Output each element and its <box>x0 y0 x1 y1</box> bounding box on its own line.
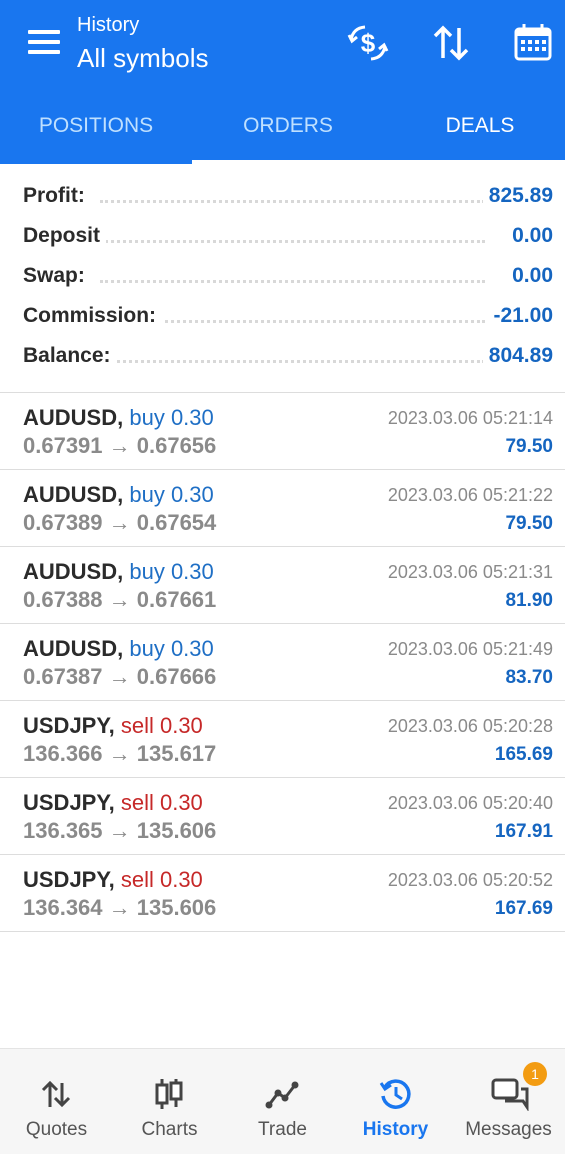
nav-quotes[interactable]: Quotes <box>0 1049 113 1154</box>
deal-row[interactable]: USDJPY, sell 0.30 136.364 → 135.606 2023… <box>0 855 565 932</box>
deal-side: sell 0.30 <box>120 790 203 815</box>
summary-value: -21.00 <box>487 304 553 328</box>
deal-row[interactable]: AUDUSD, buy 0.30 0.67391 → 0.67656 2023.… <box>0 393 565 470</box>
sort-icon[interactable] <box>428 20 474 66</box>
currency-exchange-icon[interactable]: $ <box>345 20 391 66</box>
deal-symbol: USDJPY, <box>23 790 115 815</box>
deal-profit: 79.50 <box>505 436 553 457</box>
deal-time: 2023.03.06 05:20:40 <box>387 793 553 813</box>
dotted-leader <box>100 280 485 283</box>
menu-icon[interactable] <box>28 30 60 54</box>
summary-value: 804.89 <box>482 344 553 368</box>
deal-time: 2023.03.06 05:20:52 <box>387 870 553 890</box>
summary-value: 825.89 <box>482 184 553 208</box>
calendar-icon[interactable] <box>510 20 556 66</box>
deal-side: buy 0.30 <box>129 559 214 584</box>
deal-prices: 136.364 → 135.606 <box>23 895 217 920</box>
summary-label: Balance: <box>23 344 117 368</box>
nav-label: Messages <box>465 1119 552 1140</box>
messages-badge: 1 <box>523 1062 547 1086</box>
active-tab-indicator <box>192 160 565 164</box>
deal-row[interactable]: USDJPY, sell 0.30 136.366 → 135.617 2023… <box>0 701 565 778</box>
deal-time: 2023.03.06 05:21:22 <box>387 485 553 505</box>
symbol-filter-title[interactable]: All symbols <box>77 43 208 74</box>
deal-prices: 0.67391 → 0.67656 <box>23 433 217 458</box>
deal-symbol: AUDUSD, <box>23 405 124 430</box>
deals-list: AUDUSD, buy 0.30 0.67391 → 0.67656 2023.… <box>0 393 565 932</box>
quotes-icon <box>41 1080 71 1108</box>
deal-time: 2023.03.06 05:20:28 <box>387 716 553 736</box>
deal-symbol: USDJPY, <box>23 867 115 892</box>
trade-icon <box>265 1081 299 1109</box>
bottom-navigation: Quotes Charts Trade History Messages <box>0 1048 565 1154</box>
nav-label: History <box>362 1119 429 1140</box>
tab-positions[interactable]: POSITIONS <box>0 88 192 164</box>
deal-profit: 167.91 <box>494 821 553 842</box>
dotted-leader <box>100 200 485 203</box>
nav-trade[interactable]: Trade <box>226 1049 339 1154</box>
top-app-bar: History All symbols $ <box>0 0 565 88</box>
deal-symbol: AUDUSD, <box>23 636 124 661</box>
tab-deals[interactable]: DEALS <box>384 88 565 164</box>
summary-value: 0.00 <box>506 224 553 248</box>
nav-label: Quotes <box>25 1119 88 1140</box>
deal-time: 2023.03.06 05:21:14 <box>387 408 553 428</box>
deal-prices: 0.67388 → 0.67661 <box>23 587 217 612</box>
messages-icon <box>491 1078 529 1111</box>
deal-row[interactable]: AUDUSD, buy 0.30 0.67389 → 0.67654 2023.… <box>0 470 565 547</box>
deal-prices: 0.67389 → 0.67654 <box>23 510 217 535</box>
deal-row[interactable]: AUDUSD, buy 0.30 0.67387 → 0.67666 2023.… <box>0 624 565 701</box>
nav-history[interactable]: History <box>339 1049 452 1154</box>
deal-side: buy 0.30 <box>129 636 214 661</box>
summary-panel: Profit: 825.89 Deposit 0.00 Swap: 0.00 C… <box>0 176 565 376</box>
summary-row-swap: Swap: 0.00 <box>0 256 565 296</box>
history-icon <box>379 1079 411 1109</box>
deal-symbol: USDJPY, <box>23 713 115 738</box>
history-tabs: POSITIONS ORDERS DEALS <box>0 88 565 164</box>
charts-icon <box>155 1079 183 1109</box>
deal-symbol: AUDUSD, <box>23 482 124 507</box>
deal-row[interactable]: USDJPY, sell 0.30 136.365 → 135.606 2023… <box>0 778 565 855</box>
deal-profit: 167.69 <box>494 898 553 919</box>
deal-profit: 165.69 <box>494 744 553 765</box>
deal-prices: 136.366 → 135.617 <box>23 741 217 766</box>
nav-charts[interactable]: Charts <box>113 1049 226 1154</box>
deal-row[interactable]: AUDUSD, buy 0.30 0.67388 → 0.67661 2023.… <box>0 547 565 624</box>
svg-text:$: $ <box>361 28 376 58</box>
deal-time: 2023.03.06 05:21:49 <box>387 639 553 659</box>
deal-prices: 136.365 → 135.606 <box>23 818 217 843</box>
summary-label: Swap: <box>23 264 91 288</box>
dotted-leader <box>100 240 485 243</box>
deal-side: sell 0.30 <box>120 867 203 892</box>
summary-row-balance: Balance: 804.89 <box>0 336 565 376</box>
summary-row-commission: Commission: -21.00 <box>0 296 565 336</box>
dotted-leader <box>100 360 485 363</box>
deal-profit: 83.70 <box>505 667 553 688</box>
summary-label: Profit: <box>23 184 91 208</box>
summary-label: Commission: <box>23 304 163 328</box>
summary-value: 0.00 <box>506 264 553 288</box>
deal-prices: 0.67387 → 0.67666 <box>23 664 217 689</box>
deal-side: buy 0.30 <box>129 405 214 430</box>
screen-subtitle: History <box>77 14 140 36</box>
nav-label: Charts <box>141 1119 198 1140</box>
deal-time: 2023.03.06 05:21:31 <box>387 562 553 582</box>
nav-messages[interactable]: Messages <box>452 1049 565 1154</box>
deal-side: sell 0.30 <box>120 713 203 738</box>
summary-row-profit: Profit: 825.89 <box>0 176 565 216</box>
deal-side: buy 0.30 <box>129 482 214 507</box>
tab-orders[interactable]: ORDERS <box>192 88 384 164</box>
deal-profit: 79.50 <box>505 513 553 534</box>
summary-row-deposit: Deposit 0.00 <box>0 216 565 256</box>
deal-profit: 81.90 <box>505 590 553 611</box>
deal-symbol: AUDUSD, <box>23 559 124 584</box>
nav-label: Trade <box>258 1119 307 1140</box>
summary-label: Deposit <box>23 224 107 248</box>
